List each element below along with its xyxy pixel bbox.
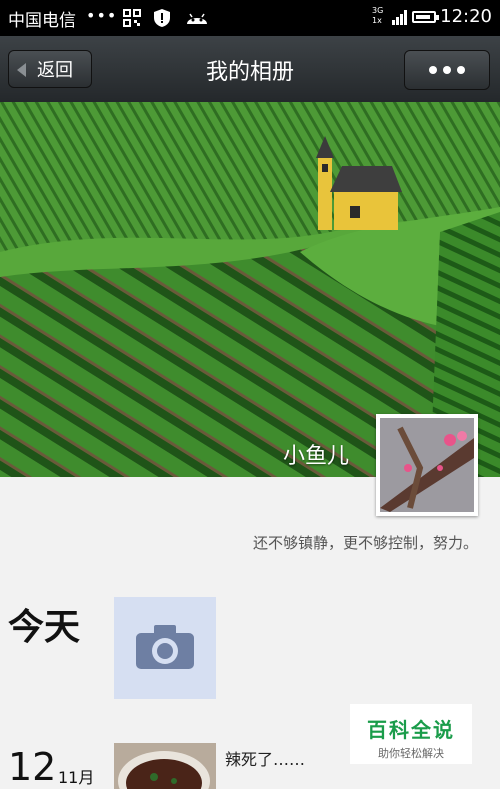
network-label: 3G — [372, 6, 384, 15]
status-bar: 中国电信 ••• 3G 1x 12:20 — [0, 0, 500, 36]
network-sub-label: 1x — [372, 16, 382, 25]
camera-icon — [136, 625, 194, 669]
more-dot-icon — [429, 66, 437, 74]
notification-dots: ••• — [86, 6, 118, 25]
profile-signature: 还不够镇静，更不够控制，努力。 — [252, 534, 478, 552]
watermark-logo: 百科全说 助你轻松解决 — [350, 704, 472, 764]
add-photo-button[interactable] — [114, 597, 216, 699]
qr-code-icon — [123, 9, 141, 27]
avatar-photo — [380, 418, 474, 512]
signal-icon — [392, 10, 407, 25]
more-options-button[interactable] — [404, 50, 490, 90]
shield-icon — [154, 9, 170, 27]
android-icon — [187, 13, 207, 24]
avatar[interactable] — [376, 414, 478, 516]
watermark-title: 百科全说 — [367, 718, 455, 742]
network-type: 3G 1x — [372, 6, 383, 26]
carrier-label: 中国电信 — [8, 11, 76, 31]
more-dot-icon — [443, 66, 451, 74]
battery-icon — [412, 11, 439, 23]
profile-name: 小鱼儿 — [283, 444, 350, 469]
food-bowl-photo — [114, 743, 216, 789]
post-text: 辣死了…… — [225, 750, 306, 769]
clock: 12:20 — [440, 6, 492, 27]
post-date-month: 11月 — [58, 768, 95, 787]
battery-level — [416, 15, 430, 19]
post-date-day: 12 — [8, 745, 57, 789]
more-dot-icon — [457, 66, 465, 74]
watermark-subtitle: 助你轻松解决 — [378, 747, 444, 760]
today-label: 今天 — [8, 607, 81, 648]
post-thumbnail[interactable] — [114, 743, 216, 789]
navigation-bar: 返回 我的相册 — [0, 36, 500, 103]
